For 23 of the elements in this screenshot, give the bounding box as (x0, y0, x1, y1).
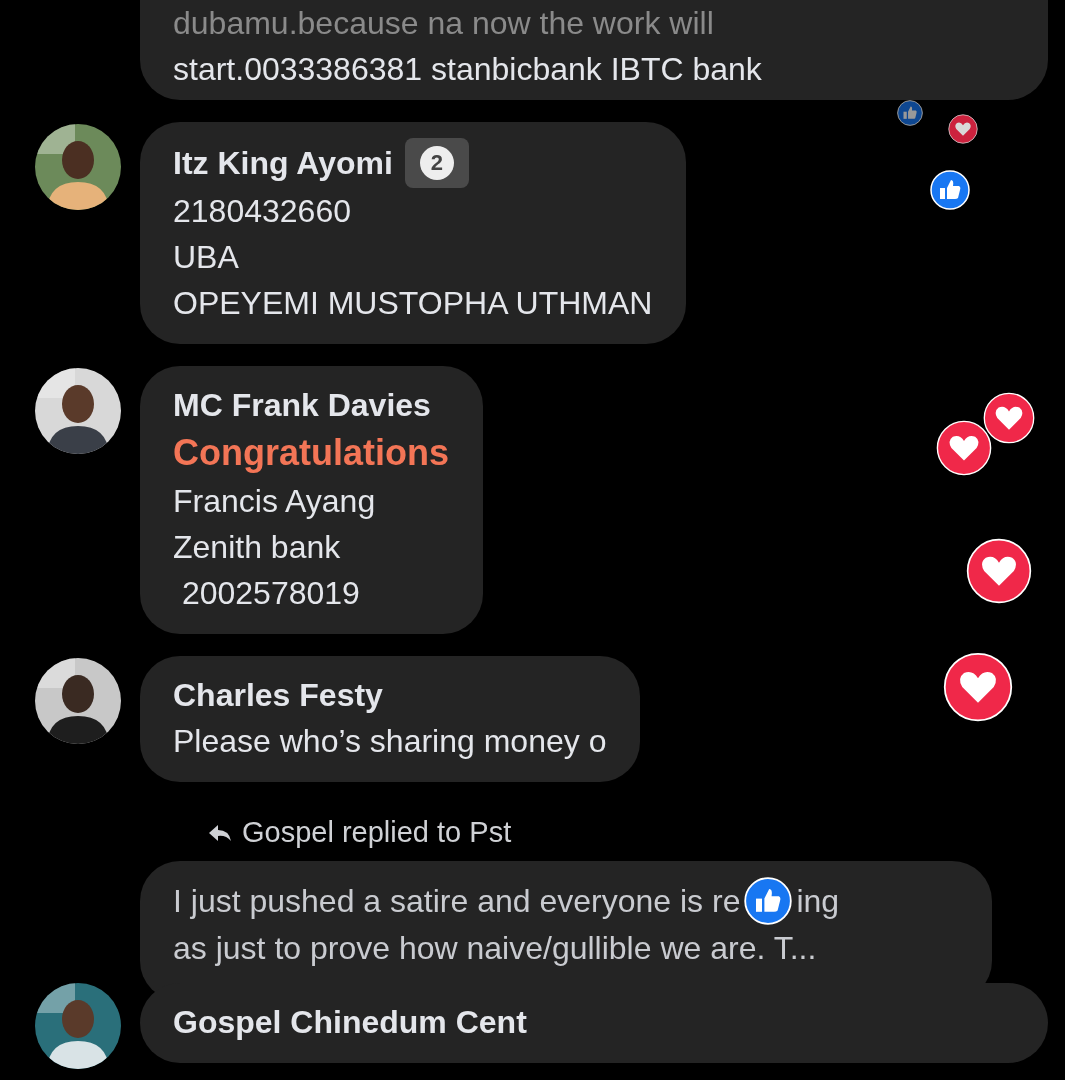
comment-text: start.0033386381 stanbicbank IBTC bank (173, 50, 763, 89)
like-icon (930, 170, 970, 210)
comment-text: 2180432660 (173, 192, 352, 231)
comment-text: Francis Ayang (173, 482, 377, 521)
comment-text: OPEYEMI MUSTOPHA UTHMAN (173, 284, 653, 323)
comment-text: Please who’s sharing money o (173, 722, 607, 761)
reply-context[interactable]: Gospel replied to Pst (242, 816, 512, 849)
commenter-name[interactable]: Itz King Ayomi (173, 140, 393, 186)
comment-text: as just to prove how naive/gullible we are. T... (173, 929, 817, 968)
like-icon (897, 100, 923, 126)
commenter-name[interactable]: Charles Festy (173, 672, 383, 718)
commenter-name[interactable]: Gospel Chinedum Cent (173, 999, 527, 1045)
highlight-text: Congratulations (173, 431, 449, 475)
comment-text: ing (796, 882, 840, 921)
like-icon (744, 877, 793, 925)
comment-text: Zenith bank (173, 528, 342, 567)
comment-text: I just pushed a satire and everyone is re (173, 882, 741, 921)
comment-text: dubamu.because na now the work will (173, 4, 715, 43)
rank-badge: 2 (404, 138, 469, 188)
reply-arrow-icon (208, 822, 232, 843)
commenter-name[interactable]: MC Frank Davies (173, 382, 431, 428)
comment-text: UBA (173, 238, 240, 277)
comment-text: 2002578019 (180, 574, 361, 613)
